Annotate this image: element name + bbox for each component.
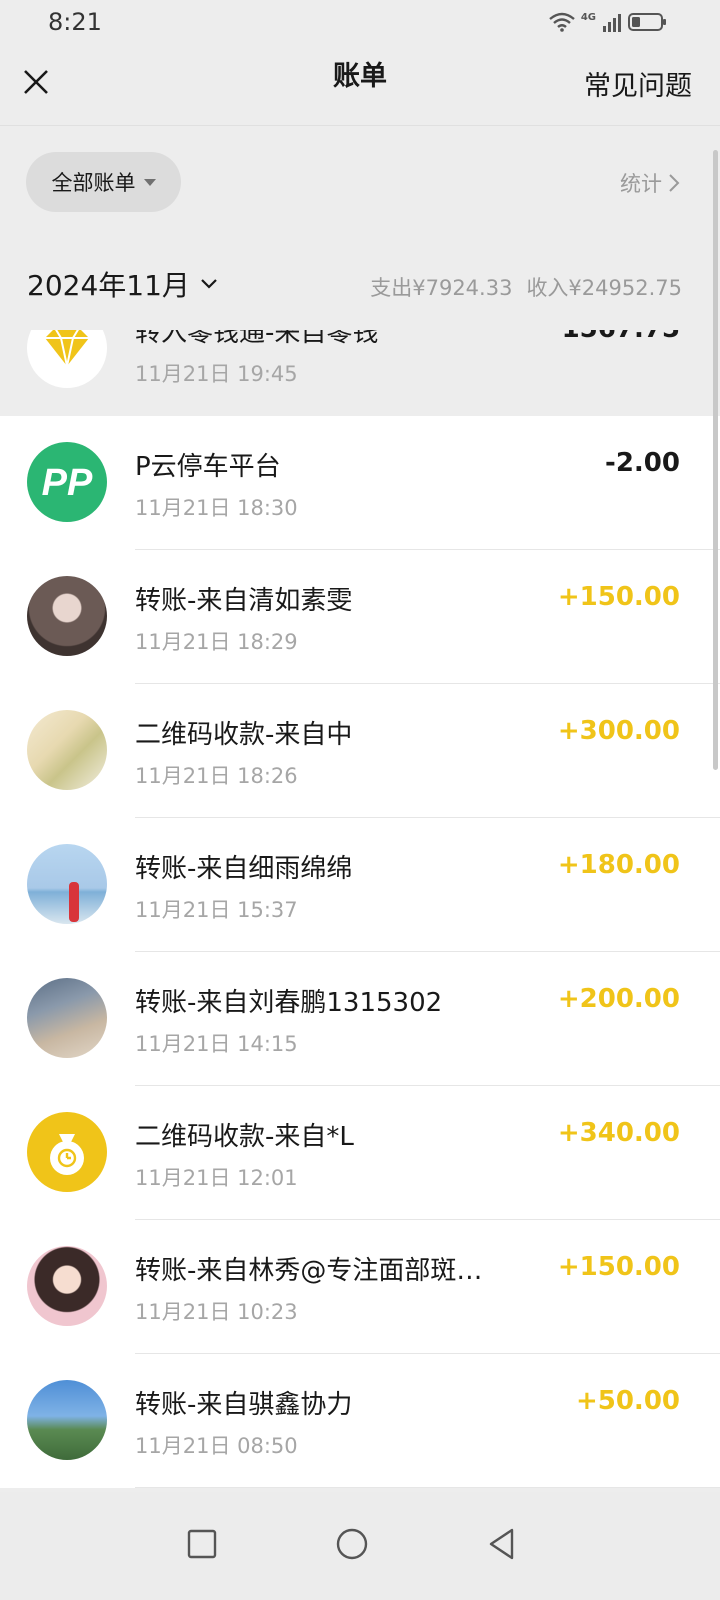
- user-avatar: [27, 844, 107, 924]
- user-avatar: [27, 576, 107, 656]
- user-avatar: [27, 1380, 107, 1460]
- bill-time: 11月21日 12:01: [135, 1166, 298, 1190]
- nav-bar: 账单 常见问题: [0, 44, 720, 126]
- money-bag-icon: [27, 1112, 107, 1192]
- bill-time: 11月21日 18:29: [135, 630, 298, 654]
- bill-item[interactable]: 转入零钱通-来自零钱 11月21日 19:45 1567.75: [0, 330, 720, 416]
- stats-link[interactable]: 统计: [620, 168, 680, 198]
- user-avatar: [27, 710, 107, 790]
- month-header: 2024年11月 支出¥7924.33 收入¥24952.75: [0, 238, 720, 330]
- circle-icon: [336, 1528, 368, 1560]
- faq-link[interactable]: 常见问题: [584, 64, 692, 103]
- chevron-right-icon: [669, 174, 680, 192]
- diamond-icon: [27, 330, 107, 388]
- filter-row: 全部账单 统计: [0, 126, 720, 238]
- bill-amount: +150.00: [557, 1252, 680, 1282]
- bill-item[interactable]: 转账-来自细雨绵绵 11月21日 15:37 +180.00: [0, 818, 720, 952]
- bill-time: 11月21日 08:50: [135, 1434, 298, 1458]
- user-avatar: [27, 1246, 107, 1326]
- bill-time: 11月21日 18:26: [135, 764, 298, 788]
- caret-down-icon: [143, 178, 156, 186]
- bill-amount: +340.00: [557, 1118, 680, 1148]
- recents-button[interactable]: [172, 1514, 232, 1574]
- bill-title: 二维码收款-来自*L: [135, 1122, 354, 1152]
- month-summary: 支出¥7924.33 收入¥24952.75: [370, 272, 682, 302]
- back-button[interactable]: [472, 1514, 532, 1574]
- status-icons: 4G: [549, 10, 668, 34]
- bill-item[interactable]: 转账-来自林秀@专注面部斑… 11月21日 10:23 +150.00: [0, 1220, 720, 1354]
- bill-amount: -2.00: [605, 448, 680, 478]
- network-type-label: 4G: [580, 11, 596, 23]
- bill-amount: +50.00: [575, 1386, 680, 1416]
- scrollbar[interactable]: [713, 150, 718, 770]
- bill-title: P云停车平台: [135, 452, 281, 482]
- bill-title: 二维码收款-来自中: [135, 720, 353, 750]
- bill-time: 11月21日 15:37: [135, 898, 298, 922]
- bill-amount: +200.00: [557, 984, 680, 1014]
- bill-amount: 1567.75: [562, 330, 680, 344]
- bill-item[interactable]: 二维码收款-来自中 11月21日 18:26 +300.00: [0, 684, 720, 818]
- system-nav-bar: [0, 1492, 720, 1600]
- bill-time: 11月21日 10:23: [135, 1300, 298, 1324]
- bill-time: 11月21日 19:45: [135, 362, 298, 386]
- month-label: 2024年11月: [27, 269, 190, 302]
- bill-title: 转账-来自刘春鹏1315302: [135, 988, 443, 1018]
- bill-title: 转账-来自清如素雯: [135, 586, 353, 616]
- bill-amount: +180.00: [557, 850, 680, 880]
- bill-filter-label: 全部账单: [51, 171, 136, 195]
- bill-item[interactable]: PP P云停车平台 11月21日 18:30 -2.00: [0, 416, 720, 550]
- income-total: 收入¥24952.75: [526, 276, 682, 300]
- bill-amount: +300.00: [557, 716, 680, 746]
- bill-title: 转账-来自骐鑫协力: [135, 1390, 353, 1420]
- svg-text:PP: PP: [42, 462, 93, 504]
- bill-item[interactable]: 转账-来自刘春鹏1315302 11月21日 14:15 +200.00: [0, 952, 720, 1086]
- back-triangle-icon: [489, 1528, 514, 1560]
- home-button[interactable]: [322, 1514, 382, 1574]
- chevron-down-icon: [201, 279, 217, 289]
- pp-logo: PP: [27, 442, 107, 522]
- month-selector[interactable]: 2024年11月: [27, 264, 218, 304]
- bill-title: 转入零钱通-来自零钱: [135, 330, 379, 348]
- wifi-icon: [549, 12, 575, 32]
- bill-list: 转入零钱通-来自零钱 11月21日 19:45 1567.75 PP P云停车平…: [0, 330, 720, 1492]
- bill-time: 11月21日 14:15: [135, 1032, 298, 1056]
- bill-time: 11月21日 18:30: [135, 496, 298, 520]
- expense-total: 支出¥7924.33: [370, 276, 513, 300]
- divider: [135, 1487, 720, 1488]
- user-avatar: [27, 978, 107, 1058]
- square-icon: [187, 1529, 217, 1559]
- bill-item[interactable]: 二维码收款-来自*L 11月21日 12:01 +340.00: [0, 1086, 720, 1220]
- status-bar: 8:21 4G: [0, 0, 720, 44]
- battery-icon: [628, 13, 666, 31]
- signal-icon: [603, 14, 621, 32]
- bill-amount: +150.00: [557, 582, 680, 612]
- bill-title: 转账-来自林秀@专注面部斑…: [135, 1256, 483, 1286]
- status-time: 8:21: [48, 8, 102, 36]
- stats-label: 统计: [620, 172, 662, 196]
- bill-item[interactable]: 转账-来自骐鑫协力 11月21日 08:50 +50.00: [0, 1354, 720, 1488]
- bill-title: 转账-来自细雨绵绵: [135, 854, 353, 884]
- bill-filter-dropdown[interactable]: 全部账单: [26, 152, 181, 212]
- bill-item[interactable]: 转账-来自清如素雯 11月21日 18:29 +150.00: [0, 550, 720, 684]
